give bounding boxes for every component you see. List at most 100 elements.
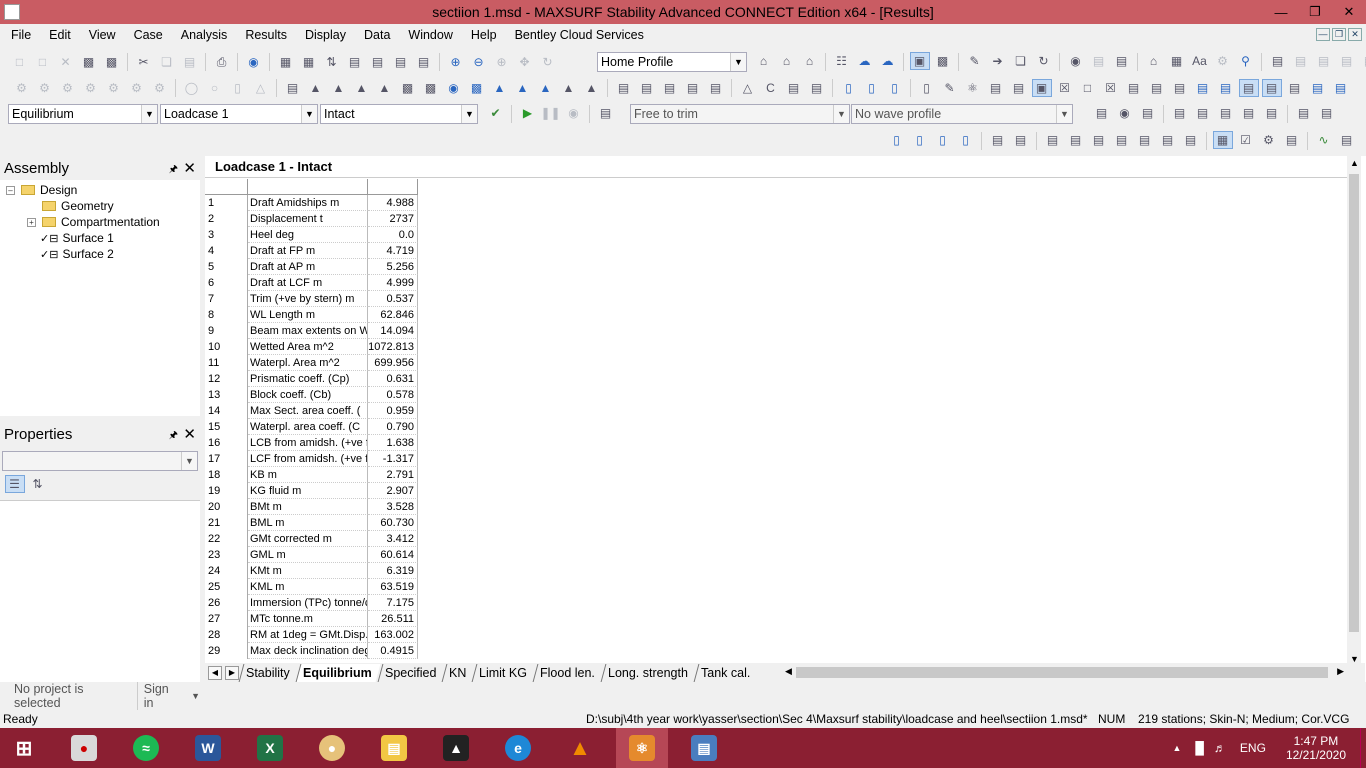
paste-icon[interactable]: ▤ — [181, 54, 199, 70]
tool-icon[interactable]: ⚙ — [36, 80, 54, 96]
row-value[interactable]: 0.537 — [368, 291, 418, 307]
crane-icon[interactable]: ▤ — [684, 80, 702, 96]
copy-icon[interactable]: ❏ — [158, 54, 176, 70]
graph-line-icon[interactable]: ∿ — [1315, 132, 1333, 148]
analysis-type-combo[interactable]: Equilibrium ▼ — [8, 104, 158, 124]
format-icon[interactable]: ▤ — [1010, 80, 1028, 96]
scroll-thumb[interactable] — [1349, 174, 1359, 632]
tab-long-strength[interactable]: Long. strength — [600, 663, 697, 682]
table-row[interactable]: 21 BML m 60.730 — [205, 515, 418, 531]
table-row[interactable]: 3 Heel deg 0.0 — [205, 227, 418, 243]
tree-item-design[interactable]: – Design — [6, 182, 77, 198]
search-icon[interactable]: ⚲ — [1237, 53, 1255, 69]
graph-icon[interactable]: ▤ — [1318, 105, 1336, 121]
chevron-down-icon[interactable]: ▼ — [181, 691, 200, 701]
taskbar-excel[interactable]: X — [244, 728, 296, 768]
properties-icon[interactable]: ▤ — [1283, 132, 1301, 148]
menu-edit[interactable]: Edit — [38, 28, 78, 42]
display-icon[interactable]: ▤ — [1309, 80, 1327, 96]
hull-view-icon[interactable]: ▯ — [957, 132, 975, 148]
row-value[interactable]: 2.907 — [368, 483, 418, 499]
volume-icon[interactable]: ♬ — [1214, 741, 1226, 755]
row-label[interactable]: Max Sect. area coeff. ( — [248, 403, 368, 419]
menu-view[interactable]: View — [78, 28, 123, 42]
ship-icon[interactable]: ▲ — [583, 80, 601, 96]
gauge-icon[interactable]: ▤ — [597, 105, 615, 121]
tank-icon[interactable]: ▩ — [422, 80, 440, 96]
save-icon[interactable]: ▩ — [80, 54, 98, 70]
section-icon[interactable]: ▯ — [840, 80, 858, 96]
tab-kn[interactable]: KN — [441, 663, 475, 682]
row-label[interactable]: Draft at FP m — [248, 243, 368, 259]
tile-icon[interactable]: ▤ — [1292, 53, 1310, 69]
column-icon[interactable]: ▤ — [1044, 132, 1062, 148]
section-icon[interactable]: ▯ — [886, 80, 904, 96]
expand-icon[interactable]: + — [27, 217, 36, 227]
column-icon[interactable]: ▤ — [1090, 132, 1108, 148]
hull-view-icon[interactable]: ▯ — [934, 132, 952, 148]
table-row[interactable]: 11 Waterpl. Area m^2 699.956 — [205, 355, 418, 371]
hull-view-icon[interactable]: ▯ — [888, 132, 906, 148]
save-all-icon[interactable]: ▩ — [103, 54, 121, 70]
record-icon[interactable]: ◉ — [1067, 53, 1085, 69]
table-row[interactable]: 20 BMt m 3.528 — [205, 499, 418, 515]
close-icon[interactable]: ✕ — [183, 159, 196, 177]
checklist-icon[interactable]: ☑ — [1237, 132, 1255, 148]
table-row[interactable]: 13 Block coeff. (Cb) 0.578 — [205, 387, 418, 403]
table-row[interactable]: 23 GML m 60.614 — [205, 547, 418, 563]
graph-icon[interactable]: ▤ — [1139, 105, 1157, 121]
display-icon[interactable]: ▤ — [1171, 80, 1189, 96]
menu-help[interactable]: Help — [460, 28, 504, 42]
tree-icon[interactable]: ☷ — [833, 53, 851, 69]
tank-icon[interactable]: ▩ — [399, 80, 417, 96]
row-value[interactable]: 5.256 — [368, 259, 418, 275]
row-label[interactable]: Waterpl. Area m^2 — [248, 355, 368, 371]
categorized-icon[interactable]: ☰ — [4, 475, 25, 493]
row-label[interactable]: Max deck inclination deg — [248, 643, 368, 659]
row-label[interactable]: RM at 1deg = GMt.Disp. — [248, 627, 368, 643]
row-label[interactable]: Beam max extents on W — [248, 323, 368, 339]
copy-view-icon[interactable]: ❏ — [1012, 53, 1030, 69]
show-desktop-button[interactable] — [1360, 728, 1366, 768]
graph-icon[interactable]: ▤ — [1217, 105, 1235, 121]
taskbar-app[interactable]: ▲ — [430, 728, 482, 768]
horizontal-scrollbar[interactable]: ◀ ▶ — [782, 665, 1347, 680]
crane-icon[interactable]: ▤ — [638, 80, 656, 96]
menu-file[interactable]: File — [0, 28, 38, 42]
row-label[interactable]: BML m — [248, 515, 368, 531]
row-value[interactable]: 3.412 — [368, 531, 418, 547]
row-value[interactable]: 0.959 — [368, 403, 418, 419]
circle-icon[interactable]: ○ — [206, 80, 224, 96]
graph-icon[interactable]: ▤ — [1240, 105, 1258, 121]
row-label[interactable]: Prismatic coeff. (Cp) — [248, 371, 368, 387]
row-label[interactable]: Trim (+ve by stern) m — [248, 291, 368, 307]
table-row[interactable]: 12 Prismatic coeff. (Cp) 0.631 — [205, 371, 418, 387]
display-icon[interactable]: ▤ — [1238, 79, 1259, 97]
properties-object-combo[interactable]: ▼ — [2, 451, 198, 471]
tree-item-compartmentation[interactable]: + Compartmentation — [27, 214, 160, 230]
row-value[interactable]: 60.614 — [368, 547, 418, 563]
row-label[interactable]: MTc tonne.m — [248, 611, 368, 627]
tab-prev-icon[interactable]: ◀ — [208, 665, 222, 680]
row-value[interactable]: 0.631 — [368, 371, 418, 387]
table-row[interactable]: 2 Displacement t 2737 — [205, 211, 418, 227]
display-icon[interactable]: ▤ — [1148, 80, 1166, 96]
ship-icon[interactable]: ▲ — [560, 80, 578, 96]
row-value[interactable]: 0.0 — [368, 227, 418, 243]
eraser-icon[interactable]: ▯ — [918, 80, 936, 96]
row-value[interactable]: 2737 — [368, 211, 418, 227]
table-delete-icon[interactable]: ▦ — [300, 54, 318, 70]
row-value[interactable]: 60.730 — [368, 515, 418, 531]
tab-limit-kg[interactable]: Limit KG — [471, 663, 536, 682]
sort-icon[interactable]: ⇅ — [323, 54, 341, 70]
network-icon[interactable]: █ — [1195, 741, 1204, 755]
fill-icon[interactable]: ▤ — [415, 54, 433, 70]
chevron-up-icon[interactable]: ▲ — [1350, 158, 1359, 168]
hull-icon[interactable]: ▲ — [376, 80, 394, 96]
cb-icon[interactable]: C — [762, 80, 780, 96]
row-value[interactable]: 26.511 — [368, 611, 418, 627]
model-icon[interactable]: ▤ — [284, 80, 302, 96]
cascade-icon[interactable]: ▤ — [1315, 53, 1333, 69]
minimize-button[interactable]: — — [1264, 0, 1298, 24]
display-icon[interactable]: ▤ — [1332, 80, 1350, 96]
